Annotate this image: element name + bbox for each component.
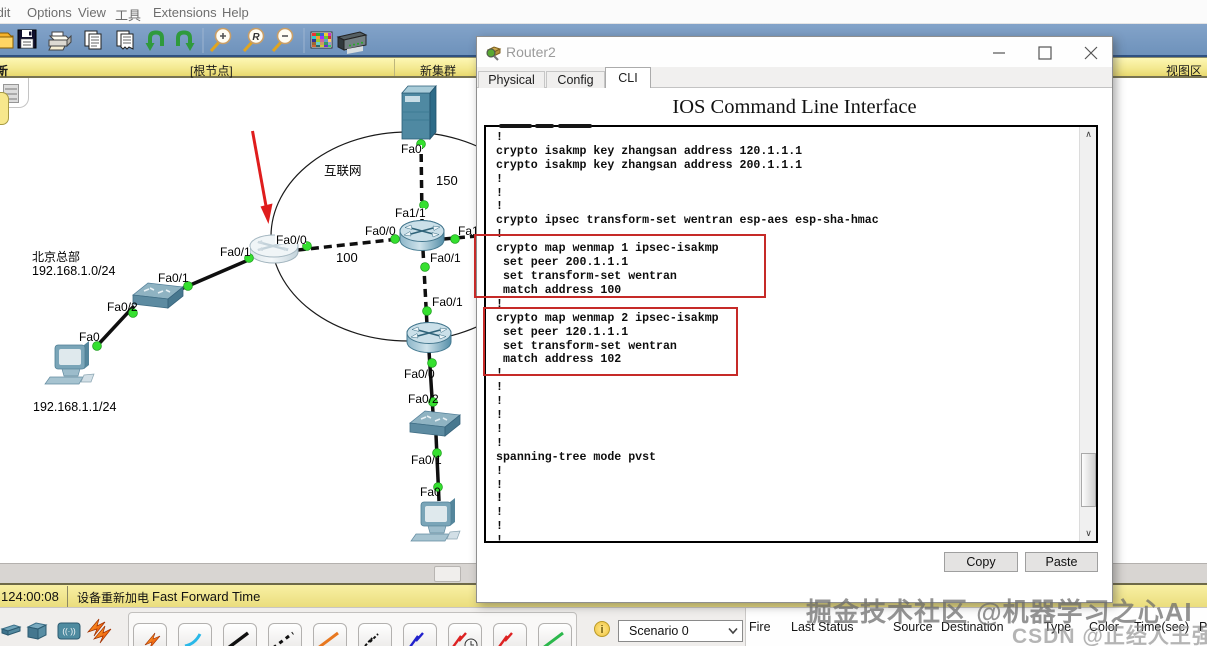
svg-text:Fa0/1: Fa0/1 bbox=[432, 295, 463, 309]
svg-text:Fa0: Fa0 bbox=[401, 142, 422, 156]
svg-text:Fa0/1: Fa0/1 bbox=[158, 271, 189, 285]
svg-text:Fa0/0: Fa0/0 bbox=[365, 224, 396, 238]
svg-text:Fa1/1: Fa1/1 bbox=[395, 206, 426, 220]
svg-text:Fa0/2: Fa0/2 bbox=[408, 392, 439, 406]
svg-text:((·)): ((·)) bbox=[62, 627, 76, 636]
svg-text:Fa0: Fa0 bbox=[79, 330, 100, 344]
svg-text:Fa0/1: Fa0/1 bbox=[220, 245, 251, 259]
svg-text:150: 150 bbox=[436, 173, 458, 188]
svg-text:Fa0/0: Fa0/0 bbox=[276, 233, 307, 247]
svg-text:Fa0/1: Fa0/1 bbox=[411, 453, 442, 467]
svg-text:北京总部: 北京总部 bbox=[32, 249, 80, 264]
svg-text:Fa0/1: Fa0/1 bbox=[430, 251, 461, 265]
svg-text:192.168.1.0/24: 192.168.1.0/24 bbox=[32, 264, 115, 278]
svg-text:Fa0/2: Fa0/2 bbox=[107, 300, 138, 314]
svg-text:Fa0/0: Fa0/0 bbox=[404, 367, 435, 381]
svg-text:互联网: 互联网 bbox=[324, 164, 362, 178]
svg-text:Fa0: Fa0 bbox=[420, 485, 441, 499]
svg-text:192.168.1.1/24: 192.168.1.1/24 bbox=[33, 400, 116, 414]
svg-text:R: R bbox=[252, 32, 260, 43]
svg-text:100: 100 bbox=[336, 250, 358, 265]
